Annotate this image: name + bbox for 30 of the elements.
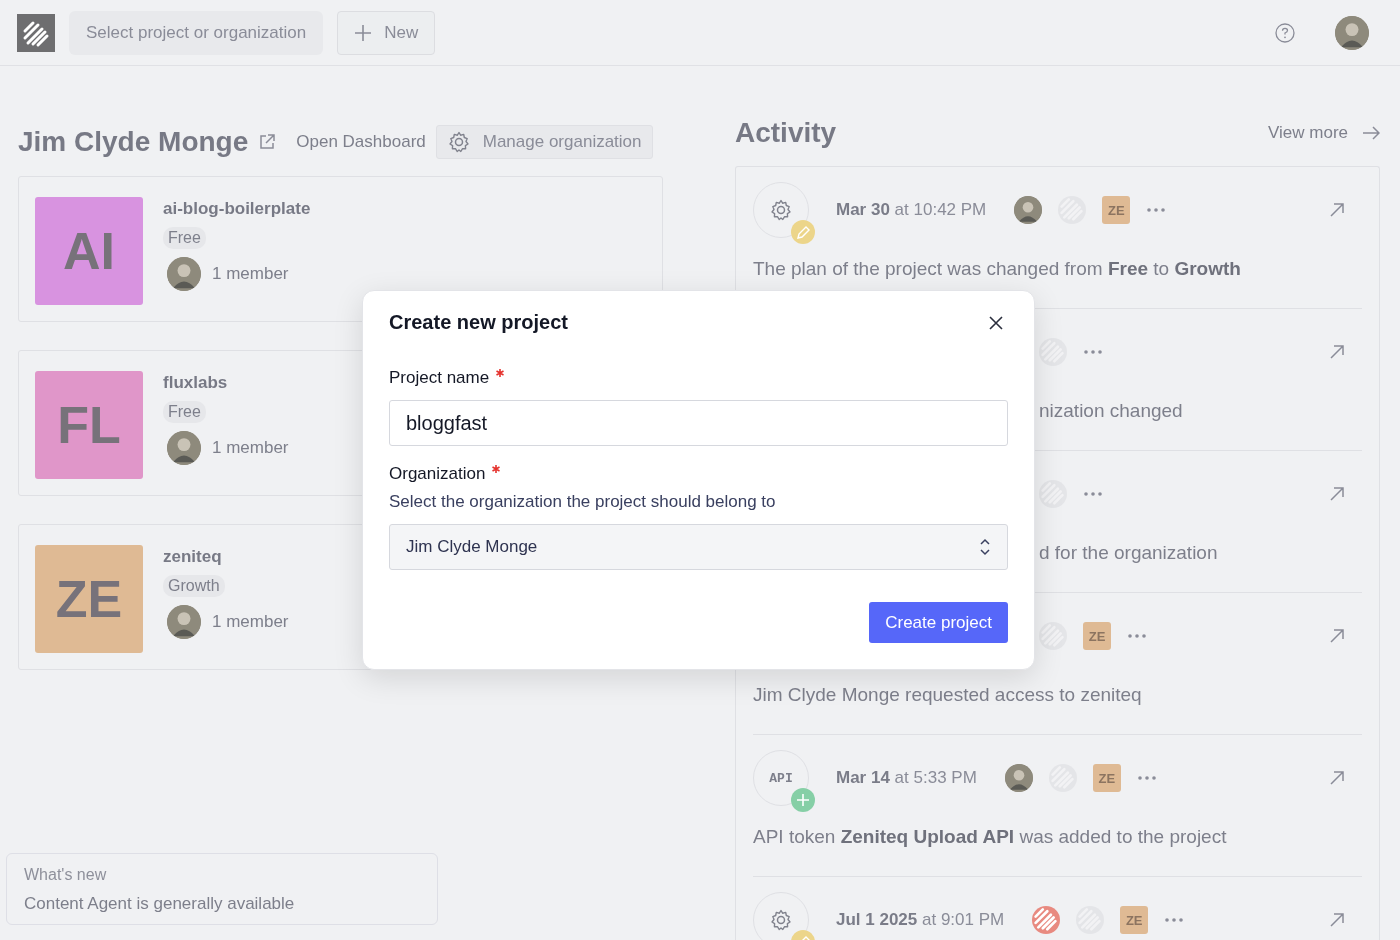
activity-date: Jul 1 2025 at 9:01 PM <box>836 910 1005 930</box>
project-name: fluxlabs <box>163 373 229 393</box>
field-label: Project name <box>389 368 490 389</box>
organization-badge: ZE <box>1102 196 1131 224</box>
field-label: Organization <box>389 464 486 485</box>
member-count: 1 member <box>212 438 289 458</box>
project-name: zeniteq <box>163 547 223 567</box>
activity-text: API token Zeniteq Upload API was added to the project <box>753 826 1228 848</box>
member-count: 1 member <box>212 264 289 284</box>
organization-badge: ZE <box>1092 764 1121 792</box>
whats-new-text: Content Agent is generally available <box>24 894 296 914</box>
organization-title: Jim Clyde Monge <box>18 126 249 158</box>
activity-text: d for the organization <box>1039 542 1219 564</box>
plan-tag: Growth <box>163 575 225 597</box>
plan-tag: Free <box>163 401 206 423</box>
activity-text: The plan of the project was changed from Free to Growth <box>753 258 1242 280</box>
project-name: ai-blog-boilerplate <box>163 199 311 219</box>
project-initials: FL <box>35 371 143 479</box>
activity-text: Jim Clyde Monge requested access to zeniteq <box>753 684 1143 706</box>
member-count: 1 member <box>212 612 289 632</box>
activity-text: nization changed <box>1039 400 1184 422</box>
project-initials: ZE <box>35 545 143 653</box>
organization-badge: ZE <box>1083 622 1111 650</box>
plan-tag: Free <box>163 227 206 249</box>
activity-date: Mar 14 at 5:33 PM <box>836 768 977 788</box>
activity-title: Activity <box>735 117 837 149</box>
activity-date: Mar 30 at 10:42 PM <box>836 200 987 220</box>
whats-new-heading: What's new <box>24 866 108 884</box>
organization-badge: ZE <box>1120 906 1149 934</box>
project-initials: AI <box>35 197 143 305</box>
